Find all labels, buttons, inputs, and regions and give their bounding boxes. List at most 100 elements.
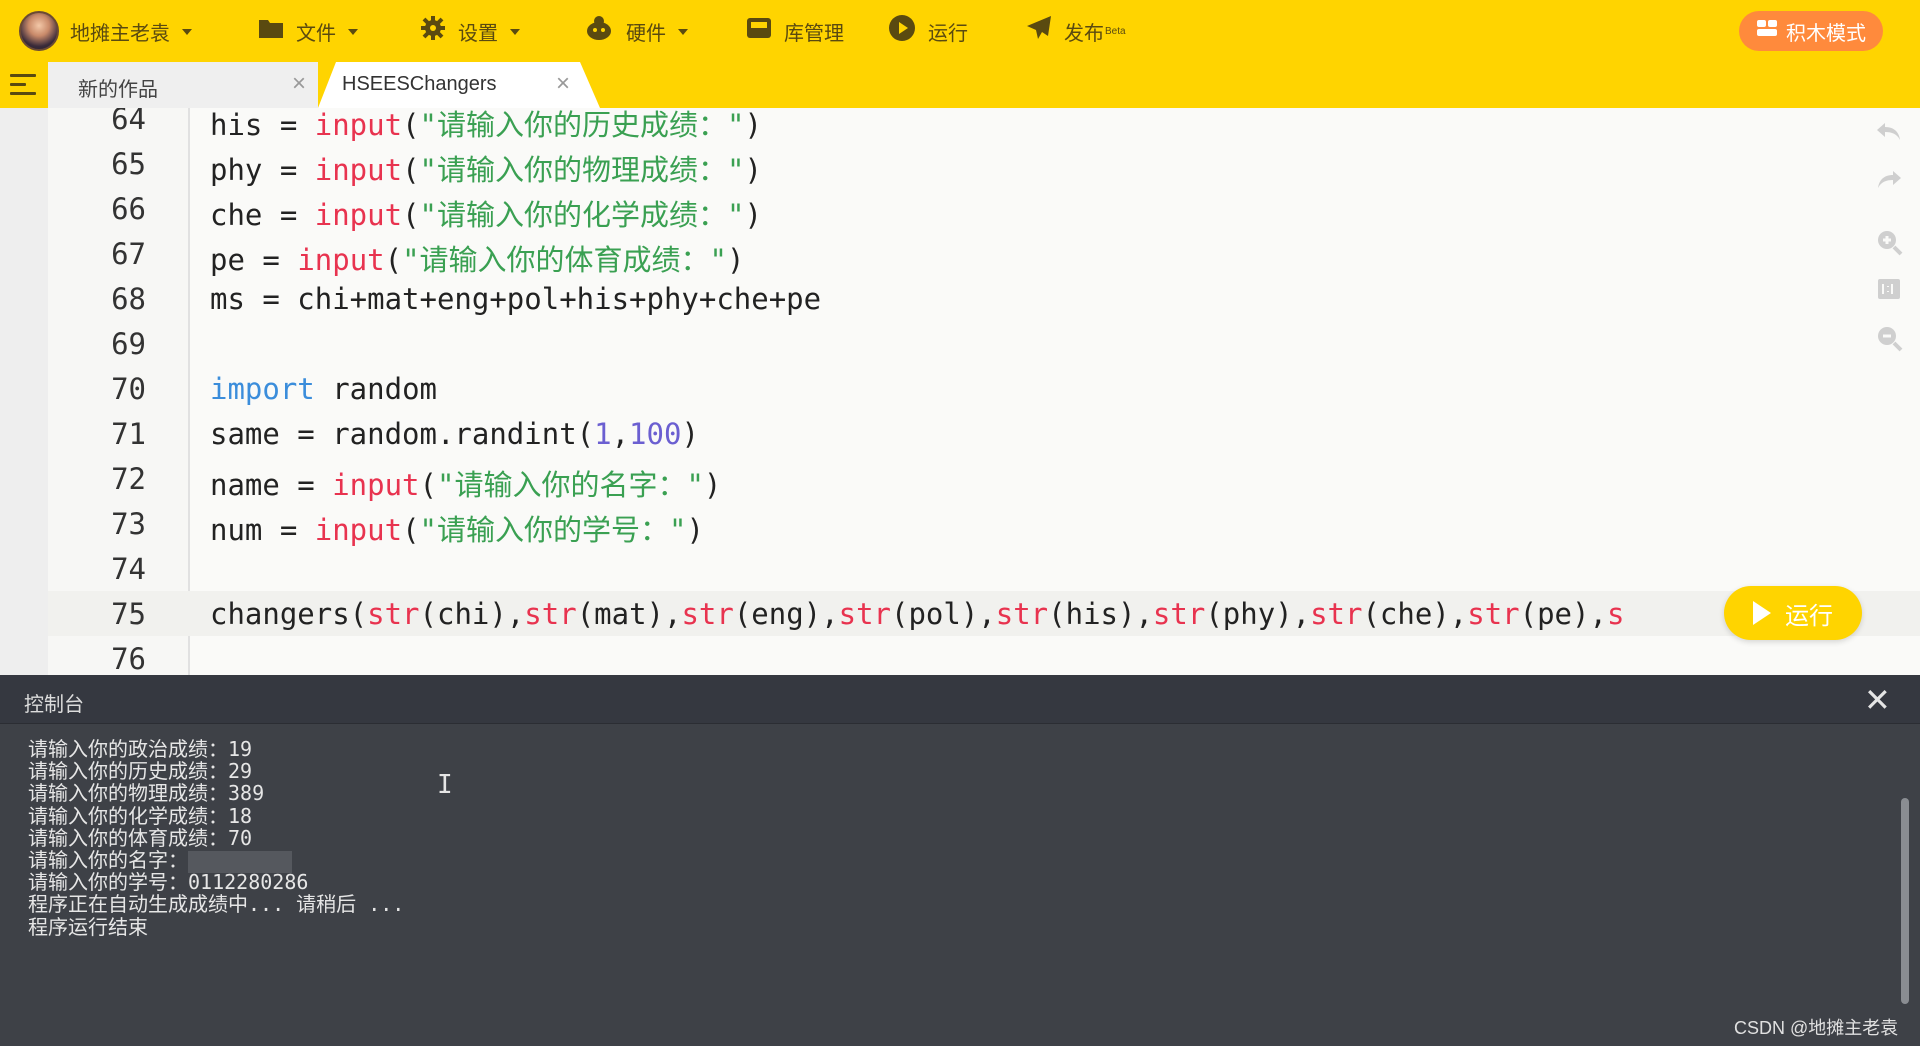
line-number: 72 bbox=[111, 462, 146, 496]
code-token: (pol), bbox=[891, 597, 996, 631]
close-icon[interactable]: × bbox=[292, 70, 306, 98]
console-line-text: 程序运行结束 bbox=[28, 915, 148, 939]
console-scrollbar[interactable] bbox=[1901, 798, 1909, 1004]
code-token: (che), bbox=[1362, 597, 1468, 631]
code-token: same = random.randint( bbox=[210, 417, 595, 451]
menu-hardware[interactable]: 硬件 bbox=[584, 0, 688, 62]
code-line[interactable]: 70 import random bbox=[48, 366, 1920, 411]
line-number: 66 bbox=[111, 192, 146, 226]
undo-icon[interactable] bbox=[1874, 120, 1904, 150]
code-text: changers(str(chi),str(mat),str(eng),str(… bbox=[210, 597, 1799, 631]
line-number: 71 bbox=[111, 417, 146, 451]
menu-library-label: 库管理 bbox=[784, 22, 844, 45]
code-line[interactable]: 74 bbox=[48, 546, 1920, 591]
code-token: str bbox=[995, 597, 1049, 631]
code-token: ) bbox=[744, 153, 762, 187]
chevron-down-icon bbox=[348, 29, 358, 35]
code-token: str bbox=[1310, 597, 1363, 631]
sidebar-toggle-icon[interactable] bbox=[10, 74, 36, 96]
code-token: import bbox=[210, 372, 315, 406]
code-token: ( bbox=[384, 243, 403, 277]
code-token: str bbox=[681, 597, 734, 631]
code-line[interactable]: 69 bbox=[48, 321, 1920, 366]
code-text: import random bbox=[210, 372, 437, 406]
code-token: ) bbox=[727, 243, 745, 277]
code-line[interactable]: 65 phy = input("请输入你的物理成绩：") bbox=[48, 141, 1920, 189]
user-name: 地摊主老袁 bbox=[70, 22, 170, 45]
code-token: 100 bbox=[629, 417, 682, 451]
chevron-down-icon bbox=[678, 29, 688, 35]
code-token: str bbox=[367, 597, 420, 631]
code-token: che = bbox=[210, 198, 315, 232]
tab-label: HSEESChangers bbox=[342, 73, 497, 95]
line-number: 68 bbox=[111, 282, 146, 316]
menu-hardware-label: 硬件 bbox=[626, 22, 666, 45]
code-line[interactable]: 67 pe = input("请输入你的体育成绩：") bbox=[48, 231, 1920, 279]
code-token: (chi), bbox=[419, 597, 525, 631]
tab-label: 新的作品 bbox=[78, 79, 158, 101]
tab-new-work[interactable]: 新的作品 × bbox=[48, 62, 318, 108]
user-menu[interactable]: 地摊主老袁 bbox=[70, 0, 192, 62]
code-line[interactable]: 66 che = input("请输入你的化学成绩：") bbox=[48, 186, 1920, 232]
reset-zoom-icon[interactable] bbox=[1874, 276, 1904, 306]
menu-run-label: 运行 bbox=[928, 22, 968, 45]
code-token: 1 bbox=[594, 417, 612, 451]
code-line[interactable]: 68 ms = chi+mat+eng+pol+his+phy+che+pe bbox=[48, 276, 1920, 321]
code-line[interactable]: 76 bbox=[48, 636, 1920, 675]
code-line[interactable]: 71 same = random.randint(1,100) bbox=[48, 411, 1920, 456]
user-avatar[interactable] bbox=[19, 11, 59, 51]
code-token: ( bbox=[402, 153, 420, 187]
tab-hseeschangers[interactable]: HSEESChangers × bbox=[318, 62, 600, 108]
zoom-in-icon[interactable] bbox=[1874, 228, 1904, 258]
code-token: "请输入你的物理成绩：" bbox=[419, 153, 745, 187]
code-token: ) bbox=[686, 513, 704, 547]
code-token: "请输入你的学号：" bbox=[419, 513, 687, 547]
code-text: phy = input("请输入你的物理成绩：") bbox=[210, 147, 762, 189]
top-toolbar: 地摊主老袁 文件 设置 硬件 库管理 运行 发布 Beta 积木模式 bbox=[0, 0, 1920, 62]
code-line[interactable]: 73 num = input("请输入你的学号：") bbox=[48, 501, 1920, 547]
code-token: (mat), bbox=[576, 597, 682, 631]
code-token: num = bbox=[210, 513, 315, 547]
code-line[interactable]: 64 his = input("请输入你的历史成绩：") bbox=[48, 108, 1920, 142]
menu-publish[interactable]: 发布 Beta bbox=[1026, 0, 1126, 62]
text-cursor-icon: I bbox=[437, 770, 453, 800]
code-editor[interactable]: 64 his = input("请输入你的历史成绩：") 65 phy = input… bbox=[48, 108, 1920, 675]
code-token: ( bbox=[402, 198, 420, 232]
code-token: input bbox=[314, 513, 403, 547]
menu-settings[interactable]: 设置 bbox=[420, 0, 520, 62]
play-icon bbox=[1753, 601, 1771, 625]
code-text: ms = chi+mat+eng+pol+his+phy+che+pe bbox=[210, 282, 821, 316]
line-number: 69 bbox=[111, 327, 146, 361]
code-text: pe = input("请输入你的体育成绩：") bbox=[210, 237, 744, 279]
code-token: input bbox=[332, 468, 420, 502]
redo-icon[interactable] bbox=[1874, 168, 1904, 198]
code-token: str bbox=[524, 597, 577, 631]
menu-file-label: 文件 bbox=[296, 22, 336, 45]
code-token: ( bbox=[402, 513, 420, 547]
run-button[interactable]: 运行 bbox=[1724, 586, 1862, 640]
blocks-icon bbox=[1756, 18, 1778, 44]
line-number: 74 bbox=[111, 552, 146, 586]
code-line[interactable]: 75 changers(str(chi),str(mat),str(eng),st… bbox=[48, 591, 1920, 636]
menu-file[interactable]: 文件 bbox=[258, 0, 358, 62]
code-token: ) bbox=[681, 417, 699, 451]
close-icon[interactable]: ✕ bbox=[1864, 681, 1891, 719]
menu-run[interactable]: 运行 bbox=[888, 0, 968, 62]
code-token: "请输入你的名字：" bbox=[437, 468, 704, 502]
code-token: (pe), bbox=[1519, 597, 1607, 631]
line-number: 76 bbox=[111, 642, 146, 675]
line-number: 65 bbox=[111, 147, 146, 181]
line-number: 64 bbox=[111, 108, 146, 136]
code-token: random bbox=[314, 372, 437, 406]
zoom-out-icon[interactable] bbox=[1874, 324, 1904, 354]
block-mode-button[interactable]: 积木模式 bbox=[1739, 11, 1883, 51]
menu-publish-label: 发布 bbox=[1064, 22, 1104, 45]
close-icon[interactable]: × bbox=[556, 70, 570, 98]
code-token: "请输入你的历史成绩：" bbox=[419, 108, 745, 142]
menu-library[interactable]: 库管理 bbox=[746, 0, 844, 62]
code-token: ms = chi+mat+eng+pol+his+phy+che+pe bbox=[210, 282, 822, 316]
chevron-down-icon bbox=[182, 29, 192, 35]
code-line[interactable]: 72 name = input("请输入你的名字：") bbox=[48, 456, 1920, 502]
code-token: s bbox=[1606, 597, 1625, 631]
code-token: input bbox=[314, 153, 403, 187]
